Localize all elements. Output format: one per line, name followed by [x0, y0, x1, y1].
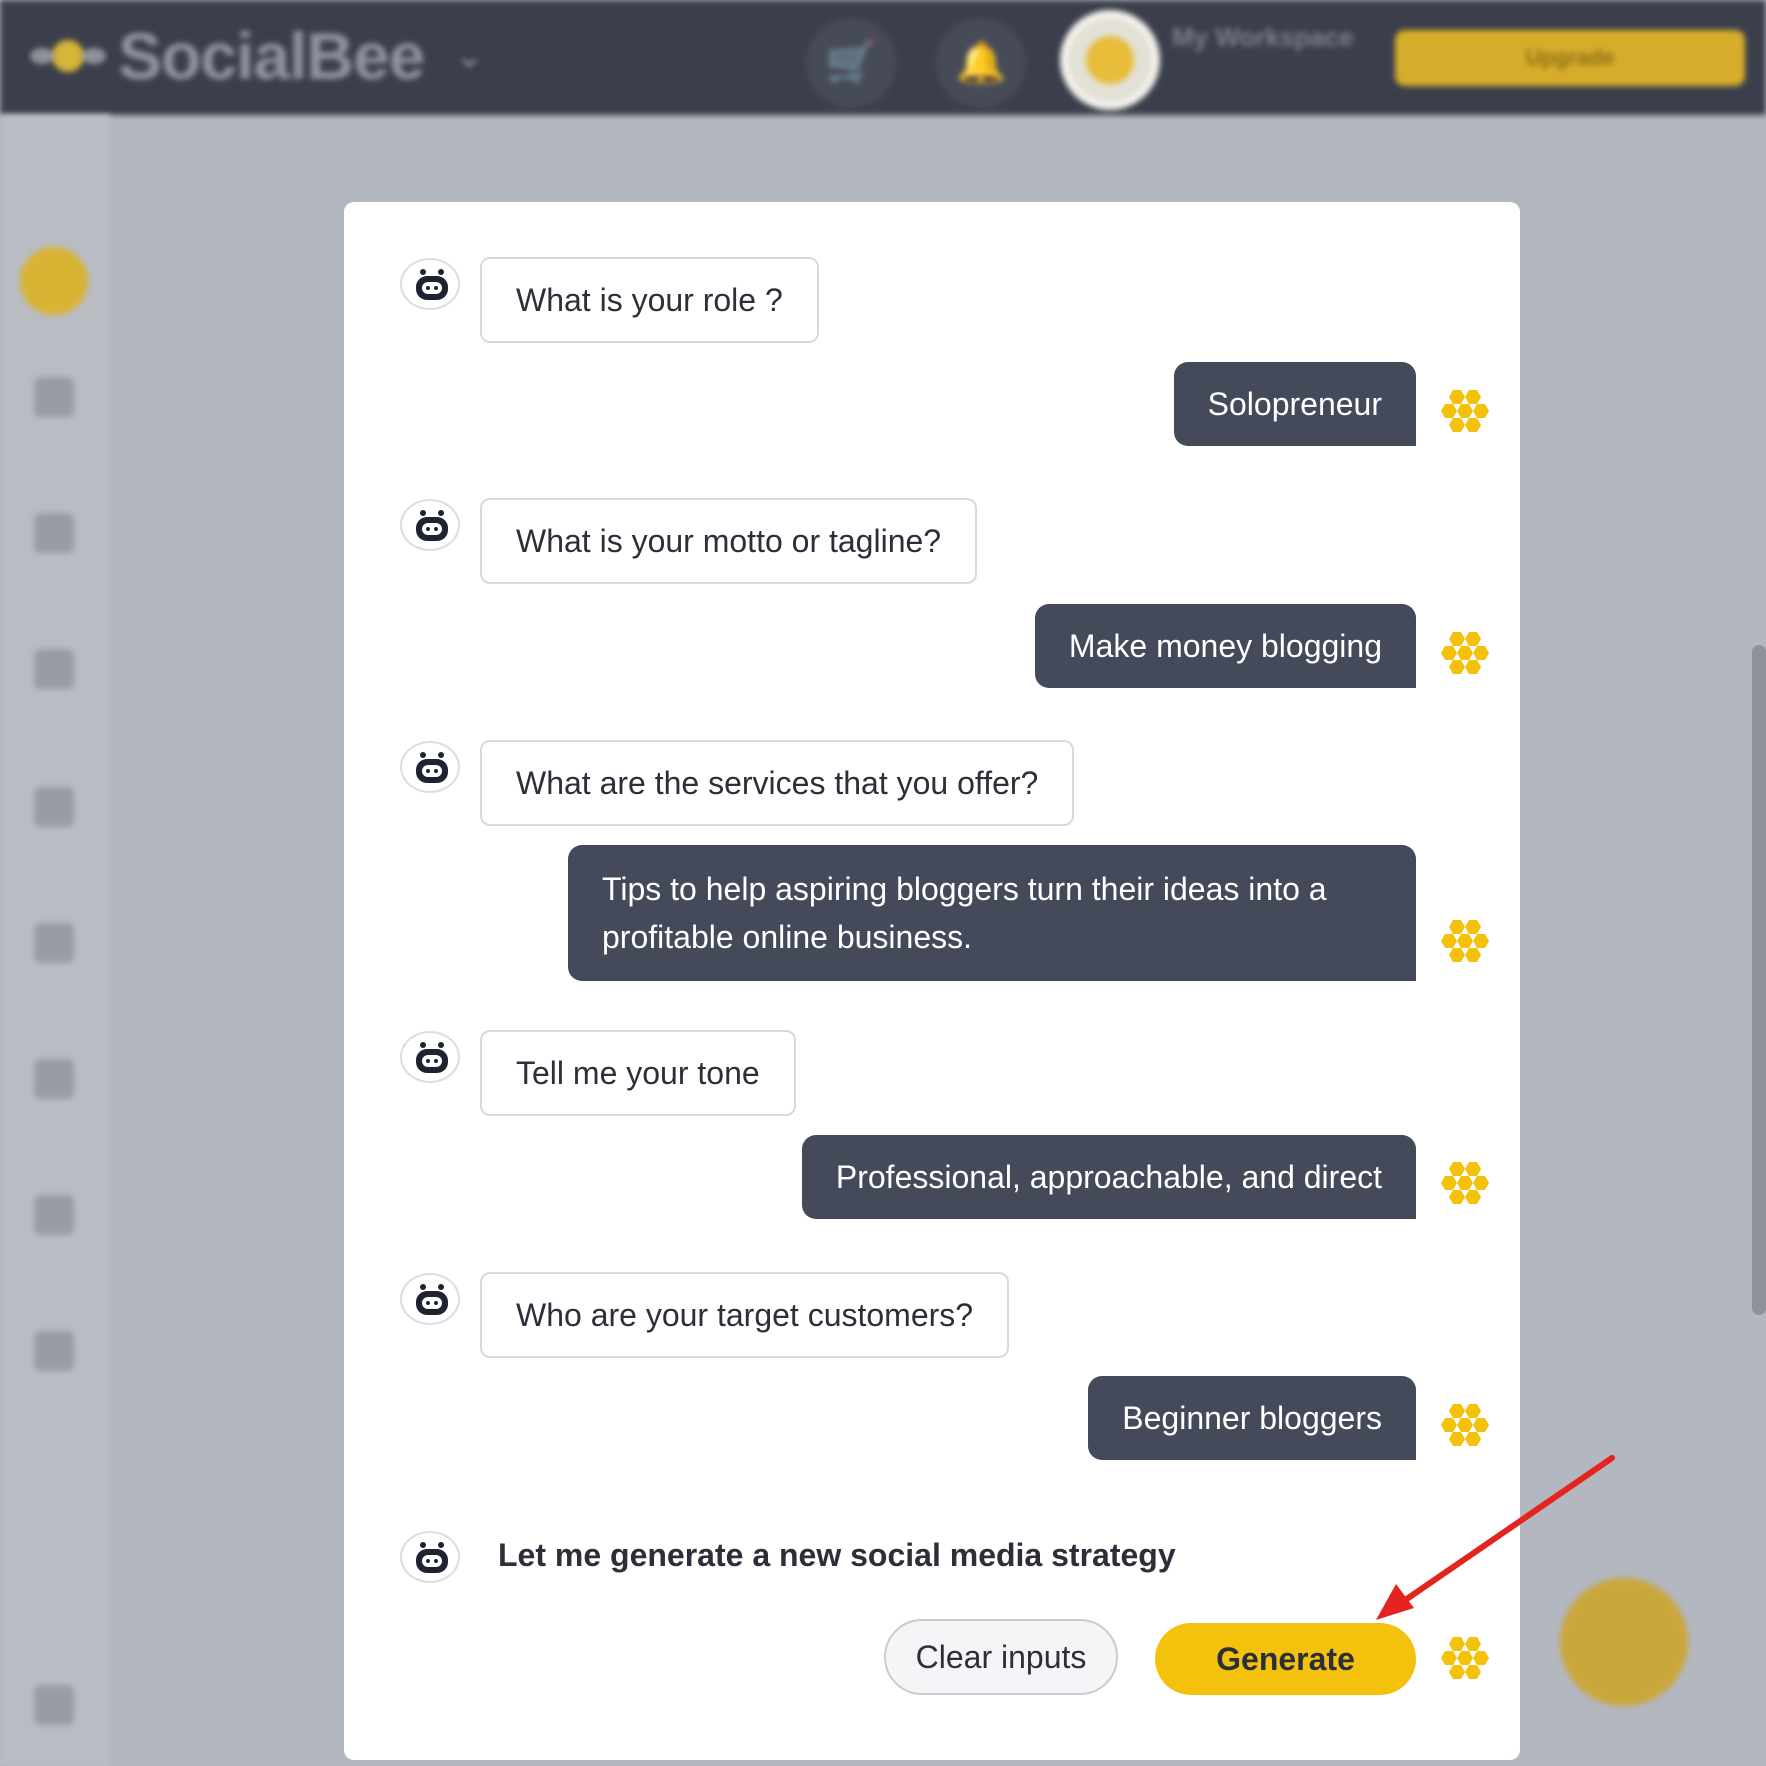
cloud-icon[interactable]: [34, 1195, 74, 1235]
bot-avatar-icon: [400, 499, 460, 551]
brand-name[interactable]: SocialBee: [118, 18, 425, 94]
dashboard-icon[interactable]: [34, 377, 74, 417]
question-bubble: Who are your target customers?: [480, 1272, 1010, 1358]
strategy-chat-modal: What is your role ? Solopreneur What is …: [344, 202, 1520, 1760]
bot-avatar-icon: [400, 1273, 460, 1325]
scrollbar[interactable]: [1752, 645, 1766, 1315]
upgrade-button[interactable]: Upgrade: [1395, 30, 1745, 86]
inbox-icon[interactable]: [34, 649, 74, 689]
honeycomb-icon: [1441, 1162, 1489, 1204]
final-prompt-text: Let me generate a new social media strat…: [498, 1537, 1176, 1573]
answer-bubble: Professional, approachable, and direct: [801, 1135, 1416, 1219]
help-icon[interactable]: [34, 1685, 74, 1725]
bot-avatar-icon: [400, 741, 460, 793]
bot-avatar-icon: [400, 258, 460, 310]
left-sidebar: [0, 115, 110, 1766]
honeycomb-icon: [1441, 920, 1489, 962]
answer-bubble: Tips to help aspiring bloggers turn thei…: [568, 845, 1416, 981]
calendar-icon[interactable]: [34, 787, 74, 827]
chat-icon[interactable]: [34, 1331, 74, 1371]
bot-avatar-icon: [400, 1031, 460, 1083]
clear-inputs-button[interactable]: Clear inputs: [884, 1619, 1118, 1695]
workspace-avatar[interactable]: [1060, 10, 1160, 110]
workspace-name[interactable]: My Workspace: [1172, 22, 1354, 53]
analytics-icon[interactable]: [34, 1059, 74, 1099]
question-bubble: Tell me your tone: [480, 1030, 796, 1116]
honeycomb-icon: [1441, 1637, 1489, 1679]
question-bubble: What is your motto or tagline?: [480, 498, 978, 584]
answer-bubble: Make money blogging: [1034, 604, 1416, 688]
folder-icon[interactable]: [34, 513, 74, 553]
bell-icon[interactable]: 🔔: [936, 18, 1026, 108]
tray-icon[interactable]: [34, 923, 74, 963]
chevron-down-icon[interactable]: ⌄: [455, 36, 484, 76]
create-post-button[interactable]: [20, 247, 88, 315]
bot-avatar-icon: [400, 1531, 460, 1583]
question-bubble: What is your role ?: [480, 257, 819, 343]
generate-button[interactable]: Generate: [1155, 1623, 1416, 1695]
top-bar: SocialBee ⌄ 🛒 🔔 My Workspace Upgrade: [0, 0, 1766, 115]
support-chat-button[interactable]: [1560, 1578, 1688, 1706]
honeycomb-icon: [1441, 1404, 1489, 1446]
honeycomb-icon: [1441, 390, 1489, 432]
question-bubble: What are the services that you offer?: [480, 740, 1075, 826]
answer-bubble: Solopreneur: [1173, 362, 1416, 446]
cart-icon[interactable]: 🛒: [806, 18, 896, 108]
socialbee-logo-icon: [30, 40, 106, 72]
honeycomb-icon: [1441, 632, 1489, 674]
answer-bubble: Beginner bloggers: [1088, 1376, 1416, 1460]
